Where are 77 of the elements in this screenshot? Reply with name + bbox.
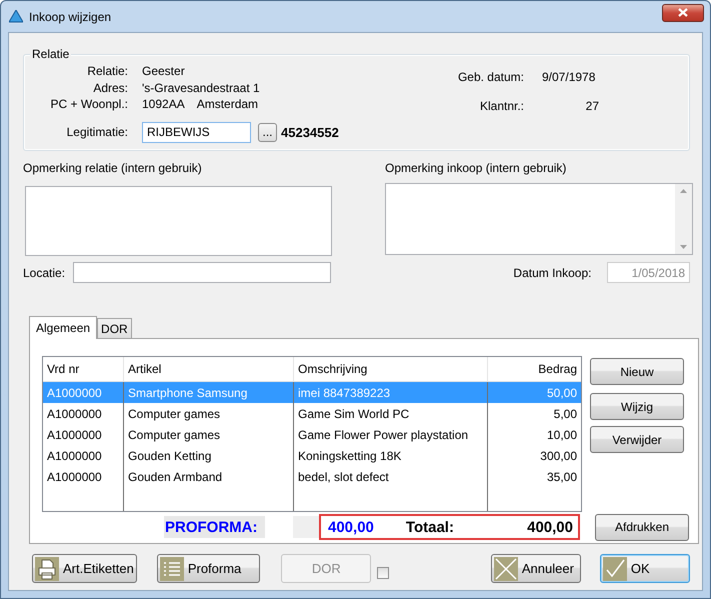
footer-button[interactable]: Annuleer — [490, 554, 581, 583]
close-button[interactable] — [662, 4, 704, 22]
field-label: PC + Woonpl.: — [50, 97, 128, 111]
action-button[interactable]: Nieuw — [590, 358, 684, 385]
field-label: Relatie: — [86, 64, 128, 78]
total-label: Totaal: — [406, 518, 454, 536]
footer-button[interactable]: OK — [600, 554, 690, 583]
checkmark-icon — [602, 556, 627, 580]
field-value: 27 — [584, 99, 599, 113]
column-header[interactable]: Artikel — [124, 357, 294, 381]
field-label: Opmerking inkoop (intern gebruik) — [385, 160, 568, 176]
table-cell-text: 300,00 — [539, 448, 578, 464]
table-row[interactable]: A1000000 Gouden Armband bedel, slot defect 35,00 — [43, 466, 581, 487]
table-cell-text: 5,00 — [552, 406, 578, 422]
table-cell: Koningsketting 18K — [294, 445, 488, 466]
remark-field[interactable] — [385, 183, 693, 255]
action-button[interactable]: Wijzig — [590, 393, 684, 420]
table-cell: A1000000 — [43, 403, 124, 424]
field-label: Opmerking relatie (intern gebruik) — [23, 160, 203, 176]
field-value: Geester — [142, 64, 185, 78]
footer-button[interactable]: Art.Etiketten — [32, 554, 137, 583]
table-row[interactable]: A1000000 Computer games Game Flower Power playstation 10,00 — [43, 424, 581, 445]
field-label: Datum Inkoop: — [513, 266, 592, 280]
printer-icon — [35, 556, 59, 580]
total-amount: 400,00 — [527, 518, 573, 536]
table-cell: A1000000 — [43, 424, 124, 445]
window-title: Inkoop wijzigen — [29, 10, 112, 24]
blank-field — [293, 516, 319, 538]
footer-button[interactable]: Proforma — [156, 554, 260, 583]
field-value: 9/07/1978 — [542, 70, 596, 84]
column-header[interactable]: Vrd nr — [43, 357, 124, 381]
table-cell-text: 35,00 — [546, 468, 578, 486]
table-cell: bedel, slot defect — [294, 466, 488, 487]
close-icon — [678, 8, 688, 17]
field-label: Locatie: — [23, 266, 66, 280]
tab[interactable]: DOR — [97, 318, 132, 338]
table-cell: A1000000 — [43, 466, 124, 487]
table-cell: Gouden Armband — [124, 466, 294, 487]
table-cell: Gouden Ketting — [124, 445, 294, 466]
table-cell: Smartphone Samsung — [124, 382, 294, 403]
scroll-up-icon[interactable] — [680, 189, 687, 193]
table-cell: A1000000 — [43, 445, 124, 466]
list-icon — [160, 556, 184, 580]
table-cell: imei 8847389223 — [294, 382, 488, 403]
cross-icon — [494, 556, 518, 580]
proforma-label: PROFORMA: — [164, 516, 265, 538]
remark-field[interactable] — [25, 186, 332, 256]
id-type-field[interactable]: RIJBEWIJS — [142, 122, 251, 142]
browse-button[interactable]: ... — [258, 122, 277, 142]
checkbox[interactable] — [377, 566, 389, 578]
print-button[interactable]: Afdrukken — [595, 514, 689, 540]
proforma-amount: 400,00 — [328, 518, 374, 536]
field-value: 's-Gravesandestraat 1 — [142, 81, 260, 95]
table-cell: Game Sim World PC — [294, 403, 488, 424]
field-value: 1092AA — [142, 97, 185, 111]
table-cell-text: 10,00 — [546, 426, 578, 444]
location-field[interactable] — [73, 262, 332, 283]
tab[interactable]: Algemeen — [29, 316, 98, 339]
group-title: Relatie — [30, 47, 72, 61]
column-header[interactable]: Omschrijving — [294, 357, 488, 381]
scroll-down-icon[interactable] — [680, 245, 687, 249]
table-cell: Computer games — [124, 403, 294, 424]
column-header[interactable]: Bedrag — [488, 357, 581, 381]
table-cell: Computer games — [124, 424, 294, 445]
table-row[interactable]: A1000000 Gouden Ketting Koningsketting 18K 300,00 — [43, 445, 581, 466]
id-number: 45234552 — [281, 124, 339, 140]
table-cell: Game Flower Power playstation — [294, 424, 488, 445]
table-cell: A1000000 — [43, 382, 124, 403]
table-row[interactable]: A1000000 Computer games Game Sim World PC 5,00 — [43, 403, 581, 424]
field-label: Geb. datum: — [456, 70, 524, 84]
field-value: Amsterdam — [196, 97, 258, 111]
field-label: Adres: — [92, 81, 128, 95]
field-label: Legitimatie: — [66, 125, 128, 139]
table-cell-text: 50,00 — [546, 384, 578, 402]
field-label: Klantnr.: — [478, 99, 524, 113]
action-button[interactable]: Verwijder — [590, 426, 684, 453]
app-icon — [9, 10, 23, 23]
